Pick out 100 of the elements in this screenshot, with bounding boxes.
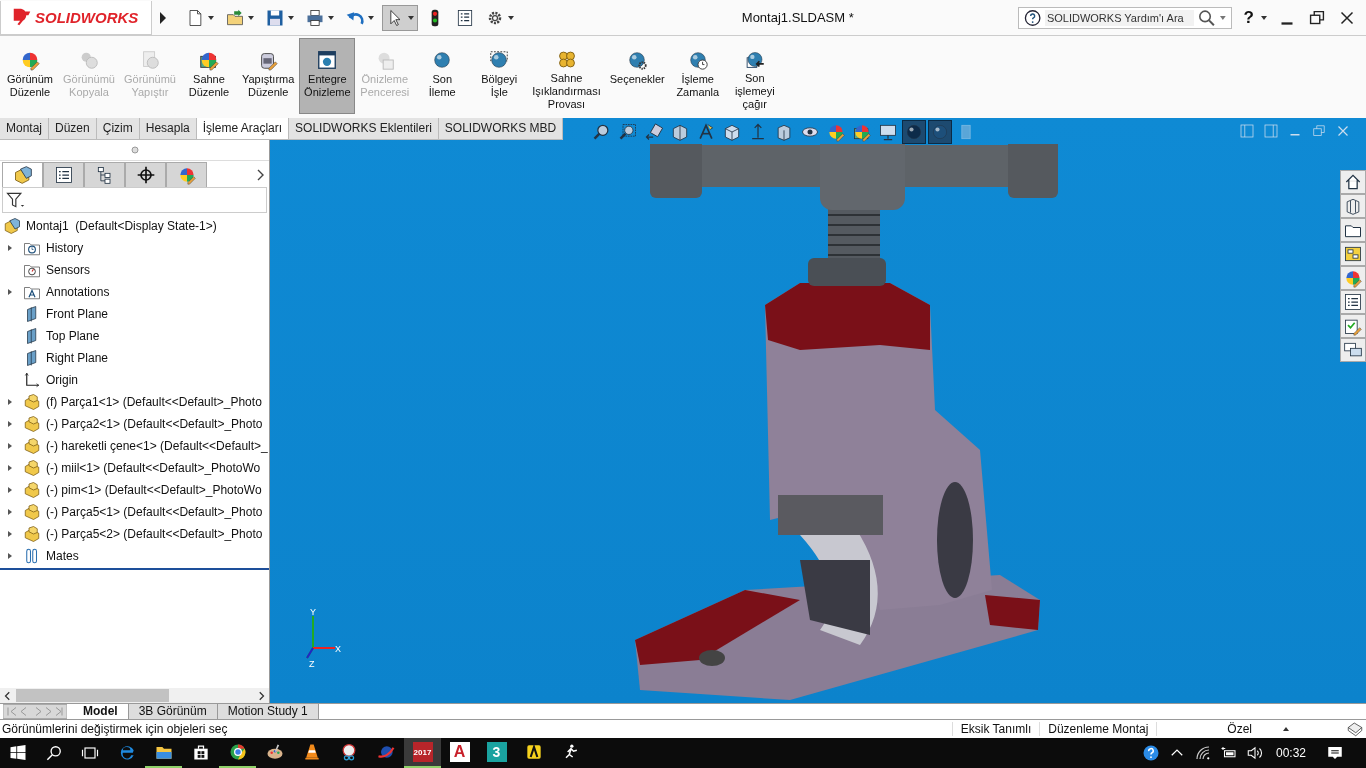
- search-icon[interactable]: [44, 743, 64, 763]
- expand-menu-icon[interactable]: [158, 9, 168, 26]
- expand-arrow-icon[interactable]: [6, 508, 14, 516]
- tree-item[interactable]: Origin: [46, 373, 78, 387]
- tree-item[interactable]: Montaj1 (Default<Display State-1>): [26, 219, 217, 233]
- resize-grip-icon[interactable]: [130, 146, 139, 154]
- windows-logo-icon[interactable]: [8, 743, 28, 763]
- clock-time[interactable]: 00:32: [1275, 746, 1306, 760]
- axis-triad-drawing: Y X Z: [303, 608, 343, 668]
- scene-pencil-icon: [852, 122, 872, 142]
- shadow-sphere-icon: [930, 122, 950, 142]
- task-pane-tab[interactable]: [1340, 170, 1366, 194]
- tree-item[interactable]: (-) Parça5<2> (Default<<Default>_Photo: [46, 527, 263, 541]
- ribbon-button[interactable]: Yapıştırma Düzenle: [237, 38, 299, 114]
- tree-item[interactable]: Front Plane: [46, 307, 109, 321]
- help-circle-icon[interactable]: [1141, 744, 1160, 762]
- tree-item[interactable]: Mates: [46, 549, 79, 563]
- scrollbar-thumb[interactable]: [16, 689, 169, 702]
- panel-tab[interactable]: [125, 162, 166, 187]
- task-pane-tab[interactable]: [1340, 290, 1366, 314]
- command-tab[interactable]: İşleme Araçları: [196, 118, 290, 139]
- caret-icon[interactable]: [1260, 13, 1268, 22]
- status-message: Görünümlerini değiştirmek için objeleri seç: [1, 722, 229, 736]
- expand-arrow-icon[interactable]: [6, 244, 14, 252]
- color-ball-pencil-icon: [826, 122, 846, 142]
- tree-item[interactable]: Right Plane: [46, 351, 109, 365]
- status-field: Özel: [1156, 722, 1282, 736]
- tree-item[interactable]: Annotations: [46, 285, 110, 299]
- sphere-region-icon: [488, 49, 511, 71]
- tree-item[interactable]: (-) Parça5<1> (Default<<Default>_Photo: [46, 505, 263, 519]
- task-pane-tab[interactable]: [1340, 338, 1366, 362]
- task-pane-tab[interactable]: [1340, 194, 1366, 218]
- ribbon-button[interactable]: Son İleme: [414, 38, 471, 114]
- caret-icon: [1218, 13, 1227, 22]
- sphere-arrow-icon: [743, 49, 766, 70]
- part-icon: [23, 393, 41, 411]
- expand-arrow-icon[interactable]: [6, 398, 14, 406]
- sphere-gear-icon: [626, 49, 649, 71]
- tag-icon[interactable]: [1346, 720, 1364, 738]
- tree-item[interactable]: (f) Parça1<1> (Default<<Default>_Photo: [46, 395, 262, 409]
- tree-item[interactable]: (-) hareketli çene<1> (Default<<Default>_: [46, 439, 268, 453]
- folder-arrow-icon: [225, 7, 245, 28]
- part-icon: [23, 481, 41, 499]
- expand-arrow-icon[interactable]: [6, 442, 14, 450]
- expand-arrow-icon[interactable]: [6, 464, 14, 472]
- ribbon-button[interactable]: Sahne Düzenle: [180, 38, 237, 114]
- part-icon: [23, 415, 41, 433]
- expand-arrow-icon[interactable]: [6, 420, 14, 428]
- expand-arrow-icon[interactable]: [6, 486, 14, 494]
- ribbon-button[interactable]: Entegre Önizleme: [299, 38, 356, 114]
- list-icon: [455, 7, 475, 28]
- help-button[interactable]: ?: [1243, 7, 1254, 28]
- tree-item[interactable]: Sensors: [46, 263, 91, 277]
- taskbar-app-button[interactable]: A: [441, 738, 478, 768]
- task-pane-tab[interactable]: [1340, 218, 1366, 242]
- taskbar-app-button[interactable]: 2017: [404, 738, 441, 768]
- tree-item[interactable]: History: [46, 241, 84, 255]
- speaker-icon[interactable]: [1245, 744, 1264, 762]
- view-tab[interactable]: Motion Study 1: [217, 704, 319, 719]
- ribbon-button[interactable]: Son işlemeyi çağır: [726, 38, 783, 114]
- view-cube-icon: [722, 122, 742, 142]
- panel-tab[interactable]: [84, 162, 125, 187]
- filter-field[interactable]: [2, 187, 267, 213]
- caret-up-icon[interactable]: [1282, 725, 1290, 733]
- zoom-area-icon: [618, 122, 638, 142]
- ribbon-button[interactable]: Bölgeyi İşle: [471, 38, 528, 114]
- previous-view-icon: [644, 122, 664, 142]
- expand-arrow-icon[interactable]: [6, 552, 14, 560]
- monitor-icon: [878, 122, 898, 142]
- task-pane-tab[interactable]: [1340, 242, 1366, 266]
- search-icon: [1196, 7, 1216, 28]
- tree-item[interactable]: (-) pim<1> (Default<<Default>_PhotoWo: [46, 483, 262, 497]
- ribbon-button[interactable]: Seçenekler: [605, 38, 669, 114]
- preview-window-icon: [316, 49, 339, 71]
- window-title: Montaj1.SLDASM *: [740, 10, 855, 25]
- scroll-right-icon[interactable]: [256, 690, 266, 701]
- tree-item[interactable]: Top Plane: [46, 329, 100, 343]
- wifi-icon[interactable]: [1193, 744, 1212, 762]
- search-field[interactable]: SOLIDWORKS Yardım'ı Ara: [1017, 6, 1232, 29]
- assembly-cube-icon: [12, 165, 33, 185]
- view-tab[interactable]: 3B Görünüm: [128, 704, 218, 719]
- chevron-right-icon[interactable]: [255, 167, 265, 183]
- panel-tab[interactable]: [43, 162, 84, 187]
- task-pane-tab[interactable]: [1340, 314, 1366, 338]
- scroll-left-icon[interactable]: [3, 690, 13, 701]
- tree-item[interactable]: (-) miil<1> (Default<<Default>_PhotoWo: [46, 461, 261, 475]
- part-icon: [23, 525, 41, 543]
- color-ball-pencil-icon: [1343, 268, 1363, 288]
- ribbon-button[interactable]: Sahne Işıklandırması Provası: [528, 38, 605, 114]
- expand-arrow-icon[interactable]: [6, 530, 14, 538]
- status-field: Eksik Tanımlı: [951, 722, 1040, 736]
- printer-icon: [305, 7, 325, 28]
- expand-arrow-icon[interactable]: [6, 288, 14, 296]
- notification-icon[interactable]: [1326, 744, 1344, 762]
- ribbon-button[interactable]: İşleme Zamanla: [669, 38, 726, 114]
- part-icon: [23, 437, 41, 455]
- help-circle-icon: [1022, 7, 1042, 28]
- view-palette-icon: [1343, 244, 1363, 264]
- tree-item[interactable]: (-) Parça2<1> (Default<<Default>_Photo: [46, 417, 263, 431]
- ribbon-button[interactable]: Görünüm Düzenle: [2, 38, 58, 114]
